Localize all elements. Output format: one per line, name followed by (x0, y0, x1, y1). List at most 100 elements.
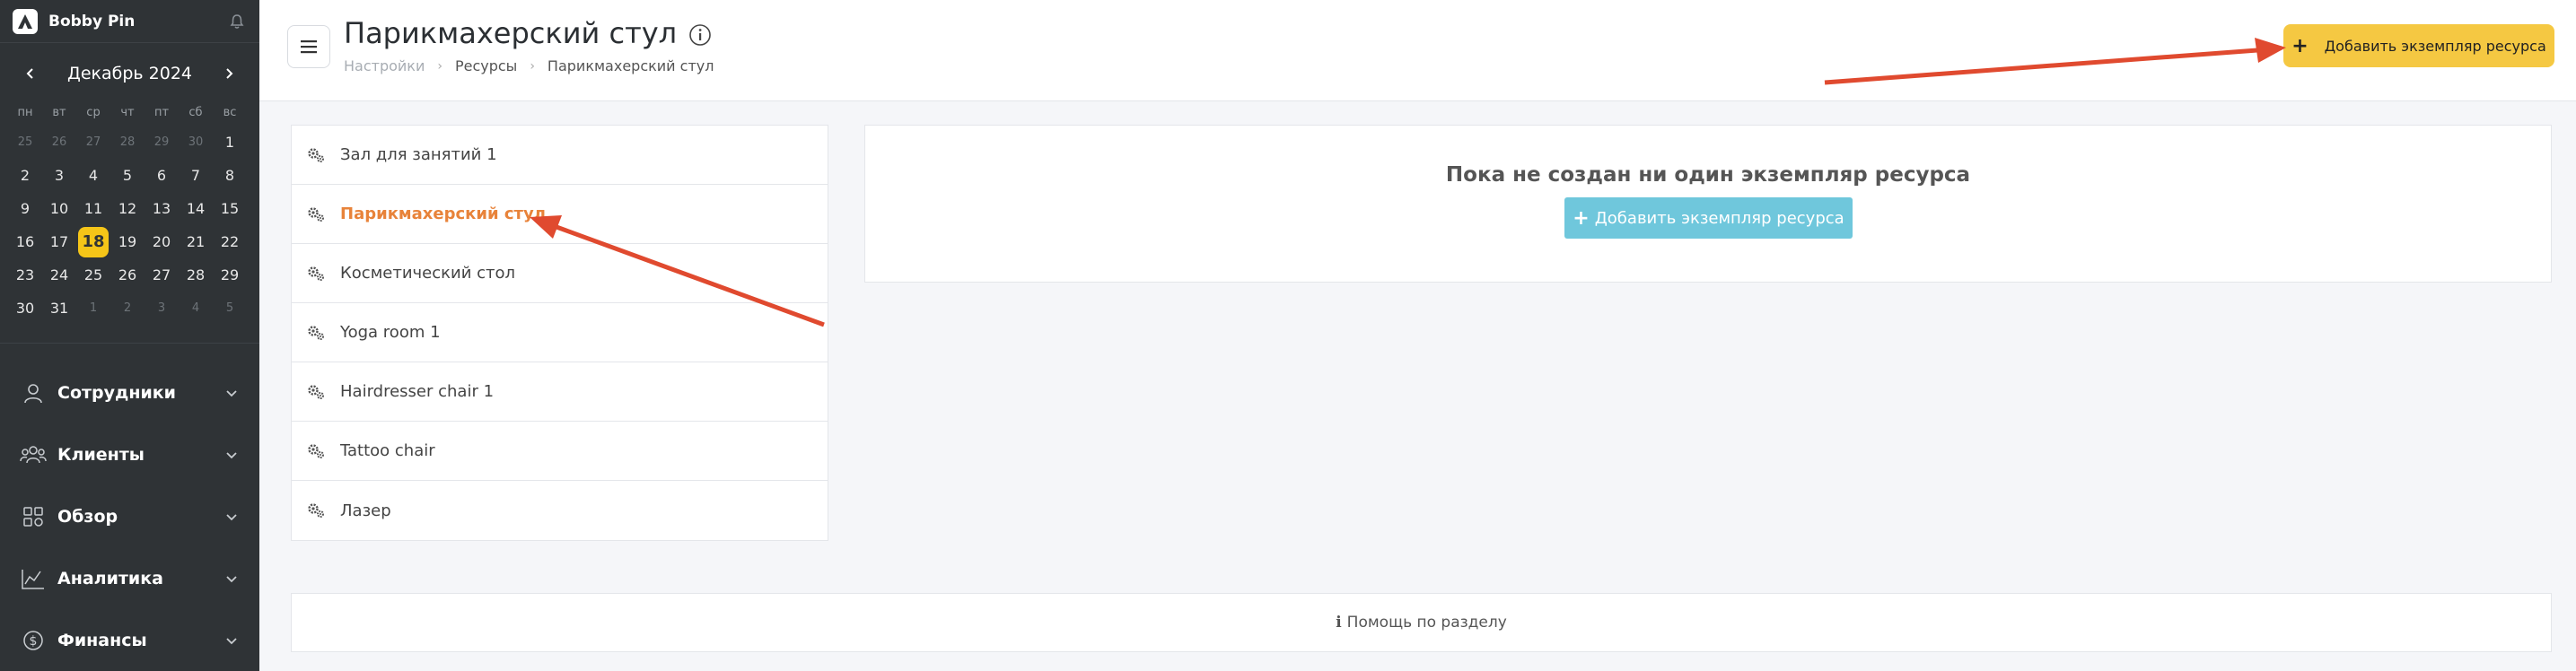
calendar-weekday: сб (188, 106, 203, 119)
calendar-day[interactable]: 30 (8, 292, 42, 325)
calendar-weekday: чт (120, 106, 135, 119)
info-icon[interactable] (688, 21, 713, 46)
calendar-day-number: 28 (186, 266, 206, 283)
calendar-day[interactable]: 25 (76, 258, 110, 292)
resource-item[interactable]: Лазер (292, 481, 828, 540)
calendar-day[interactable]: 28 (110, 126, 145, 159)
resource-instances-panel: Пока не создан ни один экземпляр ресурса… (864, 125, 2552, 283)
brand-name[interactable]: Bobby Pin (48, 13, 227, 30)
calendar-day[interactable]: 6 (145, 159, 179, 192)
calendar-day[interactable]: 21 (179, 225, 213, 258)
page-header: Парикмахерский стул Настройки › Ресурсы … (259, 0, 2576, 101)
calendar-day[interactable]: 10 (42, 192, 76, 225)
resource-item-label: Tattoo chair (340, 441, 435, 460)
calendar-day[interactable]: 15 (213, 192, 247, 225)
calendar-day-number: 29 (153, 135, 170, 149)
resource-list: Зал для занятий 1 Парикмахерский стул Косм… (291, 125, 828, 541)
resource-item-active[interactable]: Парикмахерский стул (292, 185, 828, 244)
calendar-day[interactable]: 1 (213, 126, 247, 159)
add-resource-instance-inline-button[interactable]: + Добавить экземпляр ресурса (1564, 197, 1853, 239)
calendar-day[interactable]: 17 (42, 225, 76, 258)
calendar-day[interactable]: 5 (110, 159, 145, 192)
calendar-day-today[interactable]: 18 (76, 225, 110, 258)
calendar-day[interactable]: 24 (42, 258, 76, 292)
breadcrumb-settings[interactable]: Настройки (344, 57, 425, 74)
calendar-day[interactable]: 31 (42, 292, 76, 325)
calendar-day[interactable]: 26 (42, 126, 76, 159)
calendar-weekday: пн (17, 106, 33, 119)
calendar-day[interactable]: 2 (8, 159, 42, 192)
calendar-day[interactable]: 19 (110, 225, 145, 258)
sidebar-item-overview[interactable]: Обзор (0, 485, 259, 547)
resource-item[interactable]: Tattoo chair (292, 422, 828, 481)
calendar-day-number: 21 (186, 233, 206, 250)
sidebar-item-clients[interactable]: Клиенты (0, 423, 259, 485)
gears-icon (306, 441, 326, 461)
chevron-left-icon[interactable] (20, 63, 41, 84)
calendar-day-number: 30 (15, 300, 35, 317)
calendar-day[interactable]: 20 (145, 225, 179, 258)
calendar-day[interactable]: 23 (8, 258, 42, 292)
empty-state-message: Пока не создан ни один экземпляр ресурса (1445, 163, 1971, 187)
calendar-header: Декабрь 2024 (0, 47, 259, 100)
breadcrumb-resources[interactable]: Ресурсы (455, 57, 517, 74)
add-resource-instance-label: Добавить экземпляр ресурса (2324, 37, 2546, 55)
calendar-day[interactable]: 4 (76, 159, 110, 192)
sidebar-item-label: Клиенты (57, 444, 145, 465)
menu-toggle-button[interactable] (287, 25, 330, 68)
breadcrumb-current: Парикмахерский стул (547, 57, 714, 74)
calendar-day[interactable]: 12 (110, 192, 145, 225)
user-icon (20, 379, 47, 406)
calendar-day[interactable]: 5 (213, 292, 247, 325)
bell-icon[interactable] (227, 12, 247, 31)
calendar-day[interactable]: 14 (179, 192, 213, 225)
calendar-day[interactable]: 16 (8, 225, 42, 258)
calendar-day[interactable]: 8 (213, 159, 247, 192)
dollar-icon: $ (20, 627, 47, 654)
calendar-day-number: 20 (152, 233, 171, 250)
resource-item[interactable]: Hairdresser chair 1 (292, 362, 828, 422)
calendar-day[interactable]: 4 (179, 292, 213, 325)
gears-icon (306, 382, 326, 402)
resource-item[interactable]: Yoga room 1 (292, 303, 828, 362)
resource-item[interactable]: Зал для занятий 1 (292, 126, 828, 185)
calendar-day[interactable]: 7 (179, 159, 213, 192)
chevron-right-icon[interactable] (218, 63, 240, 84)
add-resource-instance-button[interactable]: + Добавить экземпляр ресурса (2283, 24, 2554, 67)
calendar-day-number: 25 (83, 266, 103, 283)
calendar-day[interactable]: 2 (110, 292, 145, 325)
gears-icon (306, 323, 326, 343)
calendar-day[interactable]: 1 (76, 292, 110, 325)
calendar-day[interactable]: 27 (76, 126, 110, 159)
brand-logo-icon[interactable] (13, 8, 38, 34)
gears-icon (306, 145, 326, 165)
calendar-day[interactable]: 3 (42, 159, 76, 192)
calendar-day[interactable]: 11 (76, 192, 110, 225)
calendar-day[interactable]: 3 (145, 292, 179, 325)
sidebar-item-employees[interactable]: Сотрудники (0, 362, 259, 423)
calendar-day[interactable]: 9 (8, 192, 42, 225)
calendar-day-number: 30 (188, 135, 204, 149)
calendar-day[interactable]: 25 (8, 126, 42, 159)
resource-item[interactable]: Косметический стол (292, 244, 828, 303)
calendar-day-number: 10 (49, 200, 69, 217)
gears-icon (306, 205, 326, 224)
sidebar-item-finance[interactable]: $ Финансы (0, 609, 259, 671)
chevron-down-icon (223, 632, 240, 649)
calendar-day[interactable]: 30 (179, 126, 213, 159)
calendar-day-number: 24 (49, 266, 69, 283)
help-section-link[interactable]: i Помощь по разделу (291, 593, 2552, 652)
calendar-day[interactable]: 29 (145, 126, 179, 159)
calendar-day[interactable]: 29 (213, 258, 247, 292)
calendar-day-number: 29 (220, 266, 240, 283)
calendar-day[interactable]: 26 (110, 258, 145, 292)
plus-icon: + (2291, 34, 2309, 57)
grid-icon (20, 503, 47, 530)
sidebar-item-analytics[interactable]: Аналитика (0, 547, 259, 609)
brand-header: Bobby Pin (0, 0, 259, 43)
calendar-day[interactable]: 13 (145, 192, 179, 225)
calendar-day[interactable]: 28 (179, 258, 213, 292)
calendar-day[interactable]: 27 (145, 258, 179, 292)
calendar-day-number: 13 (152, 200, 171, 217)
calendar-day[interactable]: 22 (213, 225, 247, 258)
